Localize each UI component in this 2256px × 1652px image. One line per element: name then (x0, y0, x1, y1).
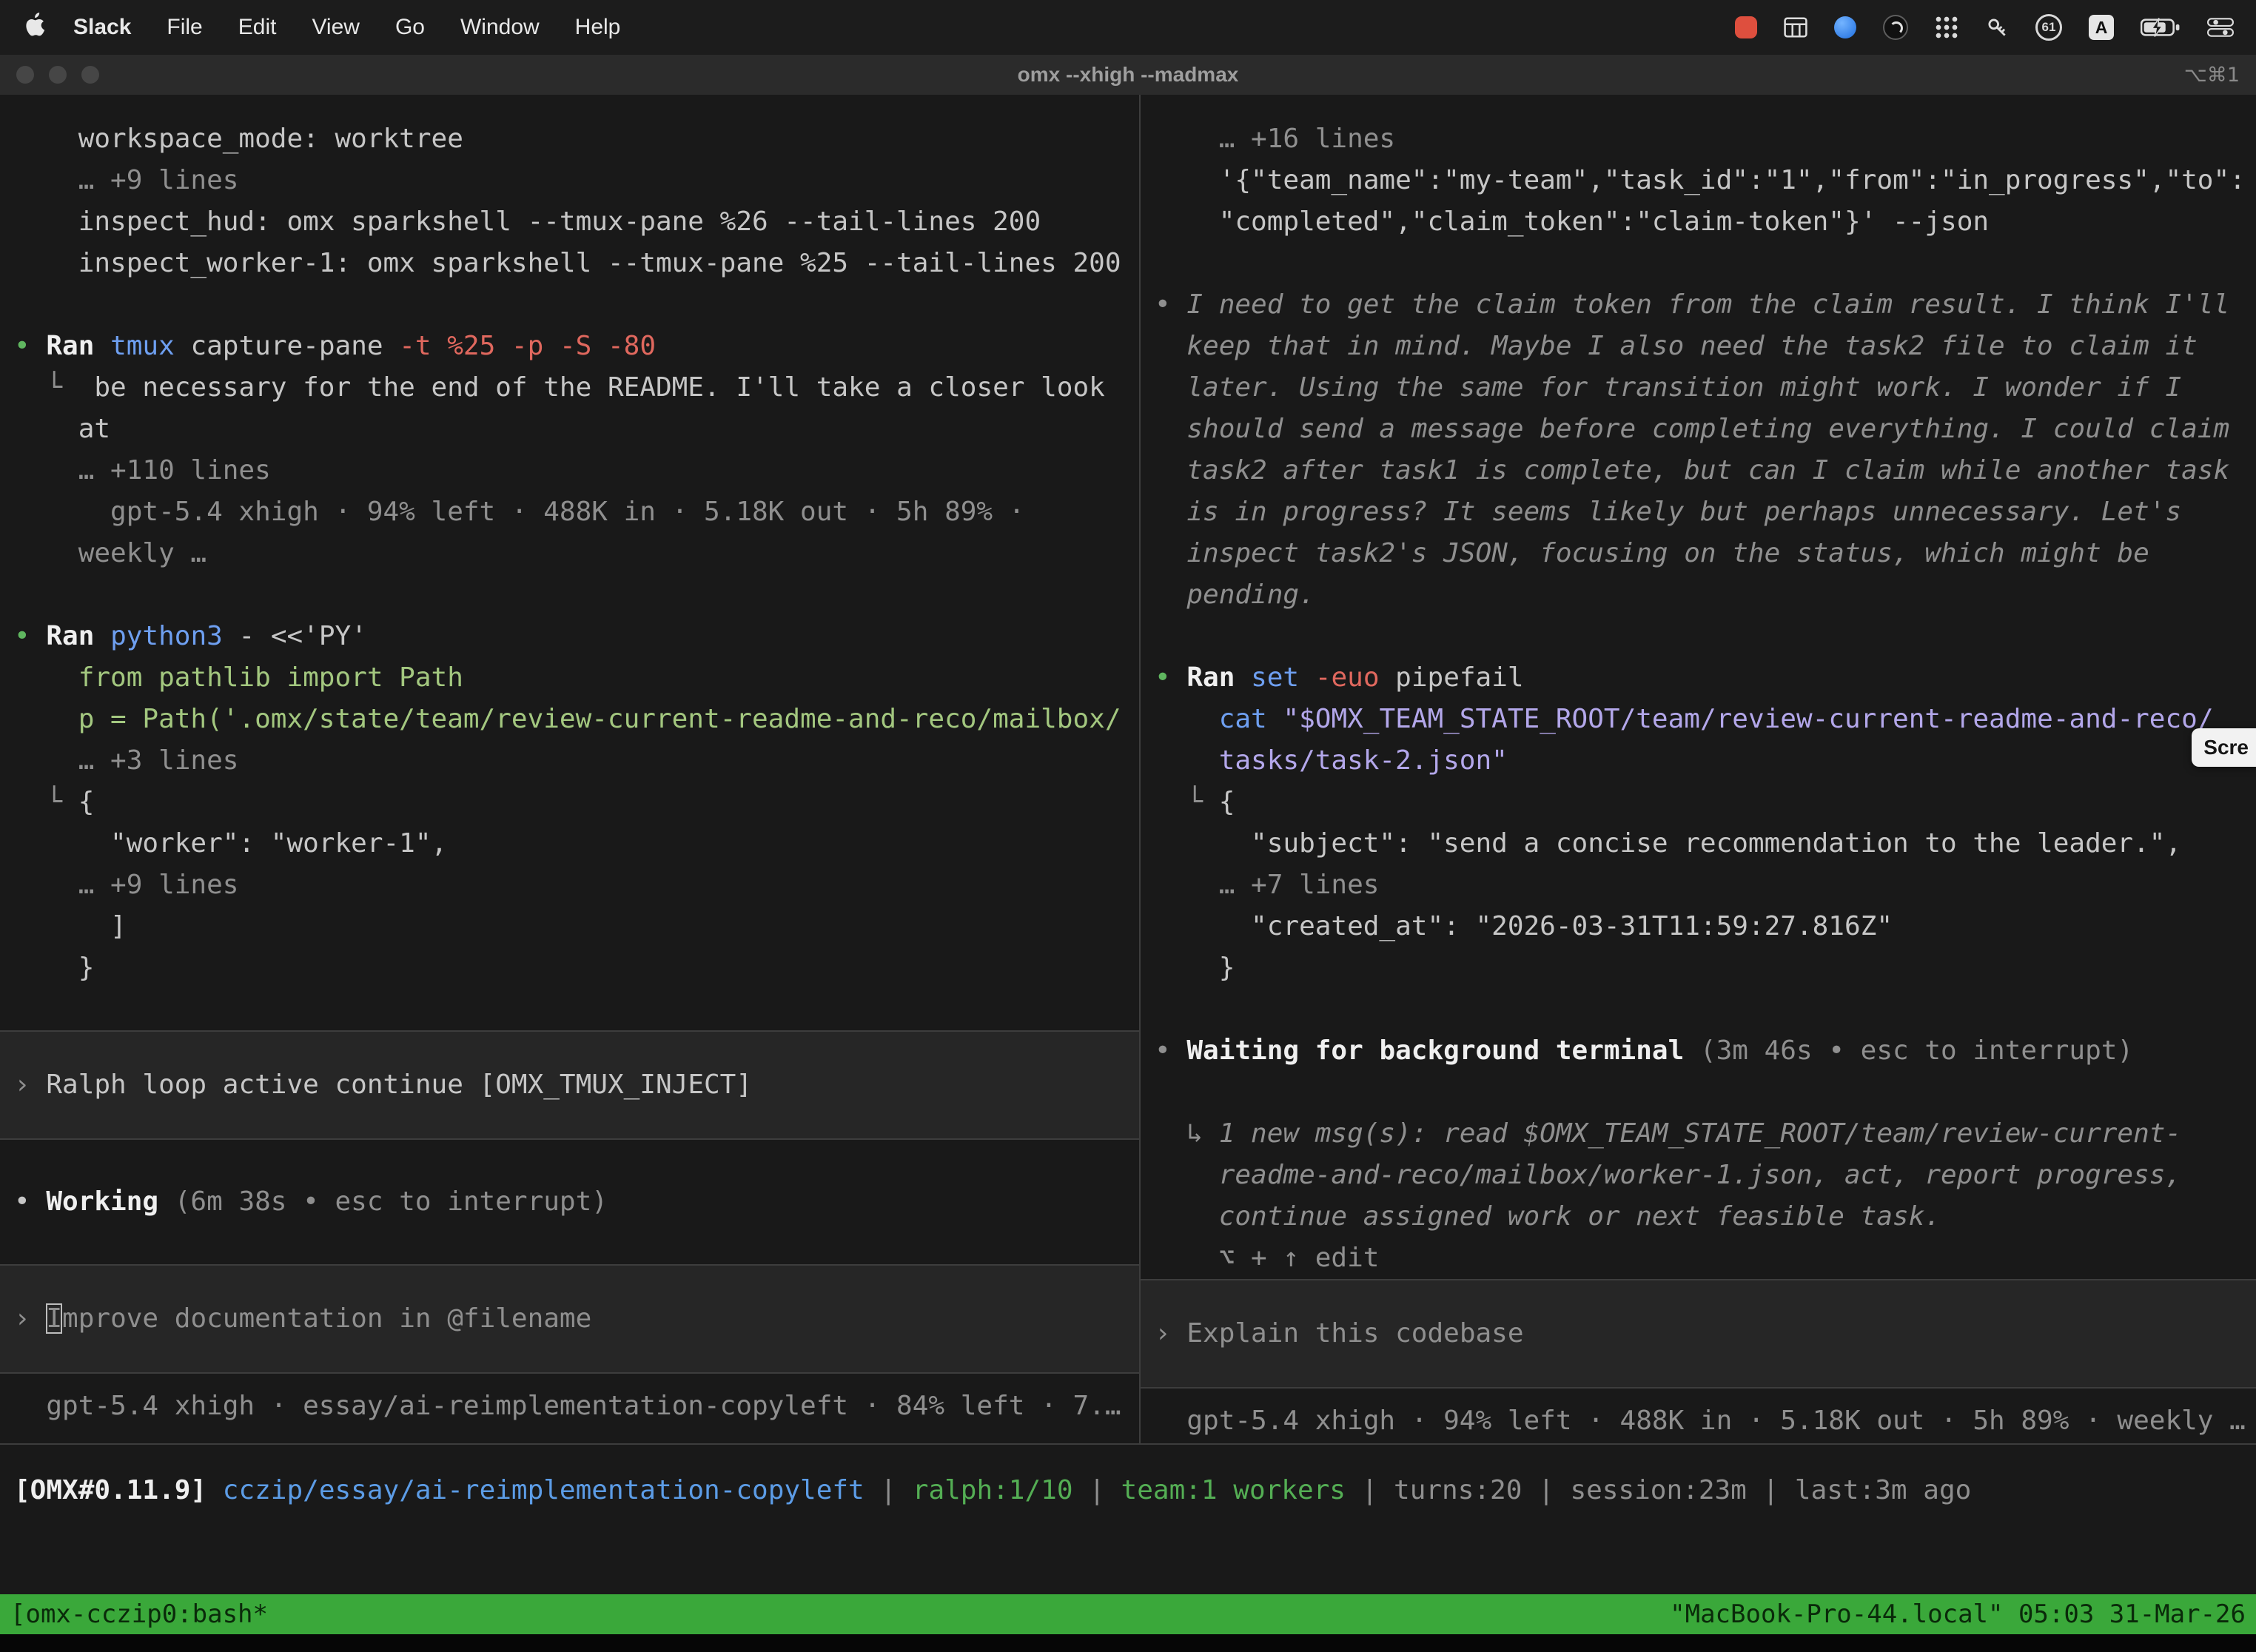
stats-grid-icon[interactable] (1784, 17, 1807, 38)
blank-line (1141, 989, 2256, 1030)
window-shortcut-hint: ⌥⌘1 (2184, 55, 2240, 95)
terminal-line: … +110 lines (0, 450, 1139, 491)
battery-charging-icon[interactable] (2141, 17, 2181, 38)
terminal-line: later. Using the same for transition mig… (1141, 367, 2256, 409)
terminal-line: … +3 lines (0, 740, 1139, 782)
blank-line (0, 574, 1139, 616)
composer-input[interactable]: › Ralph loop active continue [OMX_TMUX_I… (0, 1030, 1139, 1140)
menu-bar-status-icons: 61 A (1735, 14, 2241, 41)
app-launcher-dots-icon[interactable] (1935, 16, 1958, 39)
window-title-bar: omx --xhigh --madmax ⌥⌘1 (0, 55, 2256, 95)
blank-line (1141, 1072, 2256, 1113)
terminal-line: ⌥ + ↑ edit (1141, 1238, 2256, 1279)
terminal-line: is in progress? It seems likely but perh… (1141, 491, 2256, 533)
terminal-line: "subject": "send a concise recommendatio… (1141, 823, 2256, 864)
input-source-icon[interactable]: A (2089, 15, 2114, 40)
menu-item-help[interactable]: Help (557, 15, 639, 40)
terminal-line: tasks/task-2.json" (1141, 740, 2256, 782)
blue-app-icon[interactable] (1834, 16, 1856, 38)
terminal-line: • Ran set -euo pipefail (1141, 657, 2256, 699)
terminal-line: should send a message before completing … (1141, 409, 2256, 450)
apple-menu[interactable] (25, 13, 45, 43)
terminal-line: … +9 lines (0, 160, 1139, 201)
terminal-line: … +9 lines (0, 864, 1139, 906)
blank-line (0, 1223, 1139, 1264)
terminal-line: readme-and-reco/mailbox/worker-1.json, a… (1141, 1155, 2256, 1196)
blank-line (0, 1140, 1139, 1181)
terminal-line: [OMX#0.11.9] cczip/essay/ai-reimplementa… (0, 1470, 2256, 1511)
terminal-line: … +16 lines (1141, 118, 2256, 160)
menu-item-go[interactable]: Go (377, 15, 443, 40)
terminal-pane-left[interactable]: workspace_mode: worktree … +9 lines insp… (0, 95, 1139, 1443)
terminal-line: └ { (1141, 782, 2256, 823)
dark-app-icon[interactable] (1883, 15, 1908, 40)
terminal-line: • I need to get the claim token from the… (1141, 284, 2256, 326)
terminal-pane-right[interactable]: … +16 lines '{"team_name":"my-team","tas… (1141, 95, 2256, 1443)
blank-line (0, 989, 1139, 1030)
terminal-line: └ { (0, 782, 1139, 823)
model-status-line: gpt-5.4 xhigh · 94% left · 488K in · 5.1… (1141, 1400, 2256, 1442)
terminal-line: '{"team_name":"my-team","task_id":"1","f… (1141, 160, 2256, 201)
notification-fragment: Scre (2192, 728, 2256, 767)
terminal-line: keep that in mind. Maybe I also need the… (1141, 326, 2256, 367)
pane-bottom-border (0, 1443, 2256, 1445)
terminal-line: ↳ 1 new msg(s): read $OMX_TEAM_STATE_ROO… (1141, 1113, 2256, 1155)
terminal-window: workspace_mode: worktree … +9 lines insp… (0, 95, 2256, 1652)
terminal-line: workspace_mode: worktree (0, 118, 1139, 160)
terminal-line: inspect_hud: omx sparkshell --tmux-pane … (0, 201, 1139, 243)
terminal-line: "completed","claim_token":"claim-token"}… (1141, 201, 2256, 243)
terminal-line: p = Path('.omx/state/team/review-current… (0, 699, 1139, 740)
tmux-status-bar: [omx-cczip0:bash* "MacBook-Pro-44.local"… (0, 1594, 2256, 1634)
composer-input[interactable]: › Improve documentation in @filename (0, 1264, 1139, 1374)
tmux-host-clock-label: "MacBook-Pro-44.local" 05:03 31-Mar-26 (1670, 1599, 2246, 1629)
terminal-line: } (1141, 947, 2256, 989)
terminal-line: "created_at": "2026-03-31T11:59:27.816Z" (1141, 906, 2256, 947)
terminal-line: at (0, 409, 1139, 450)
menu-item-file[interactable]: File (149, 15, 220, 40)
terminal-line: └ be necessary for the end of the README… (0, 367, 1139, 409)
terminal-line: from pathlib import Path (0, 657, 1139, 699)
menu-item-view[interactable]: View (294, 15, 377, 40)
terminal-line: • Working (6m 38s • esc to interrupt) (0, 1181, 1139, 1223)
bottom-strip (0, 1634, 2256, 1652)
composer-input[interactable]: › Explain this codebase (1141, 1279, 2256, 1389)
terminal-line: weekly … (0, 533, 1139, 574)
terminal-line: ] (0, 906, 1139, 947)
menu-item-edit[interactable]: Edit (221, 15, 295, 40)
menu-item-window[interactable]: Window (443, 15, 557, 40)
control-center-icon[interactable] (2207, 17, 2234, 38)
apple-icon (25, 13, 45, 43)
terminal-line: pending. (1141, 574, 2256, 616)
terminal-line: task2 after task1 is complete, but can I… (1141, 450, 2256, 491)
badge-61-icon[interactable]: 61 (2035, 14, 2062, 41)
omx-hud-status-line: [OMX#0.11.9] cczip/essay/ai-reimplementa… (0, 1470, 2256, 1511)
terminal-line: inspect_worker-1: omx sparkshell --tmux-… (0, 243, 1139, 284)
key-icon[interactable] (1985, 16, 2009, 39)
blank-line (1141, 243, 2256, 284)
terminal-line: } (0, 947, 1139, 989)
terminal-line: gpt-5.4 xhigh · 94% left · 488K in · 5.1… (0, 491, 1139, 533)
screen-recording-indicator-icon[interactable] (1735, 16, 1757, 38)
blank-line (1141, 616, 2256, 657)
terminal-line: … +7 lines (1141, 864, 2256, 906)
model-status-line: gpt-5.4 xhigh · essay/ai-reimplementatio… (0, 1386, 1139, 1427)
terminal-line: • Ran python3 - <<'PY' (0, 616, 1139, 657)
blank-line (0, 284, 1139, 326)
desktop: Slack File Edit View Go Window Help 61 A (0, 0, 2256, 1652)
terminal-line: • Ran tmux capture-pane -t %25 -p -S -80 (0, 326, 1139, 367)
terminal-line: "worker": "worker-1", (0, 823, 1139, 864)
menu-bar: Slack File Edit View Go Window Help 61 A (0, 0, 2256, 55)
menu-item-app-name[interactable]: Slack (56, 15, 149, 40)
tmux-session-label: [omx-cczip0:bash* (10, 1599, 268, 1629)
terminal-line: inspect task2's JSON, focusing on the st… (1141, 533, 2256, 574)
terminal-line: cat "$OMX_TEAM_STATE_ROOT/team/review-cu… (1141, 699, 2256, 740)
window-title: omx --xhigh --madmax (0, 55, 2256, 95)
terminal-line: continue assigned work or next feasible … (1141, 1196, 2256, 1238)
terminal-line: • Waiting for background terminal (3m 46… (1141, 1030, 2256, 1072)
notification-fragment-text: Scre (2203, 736, 2249, 759)
